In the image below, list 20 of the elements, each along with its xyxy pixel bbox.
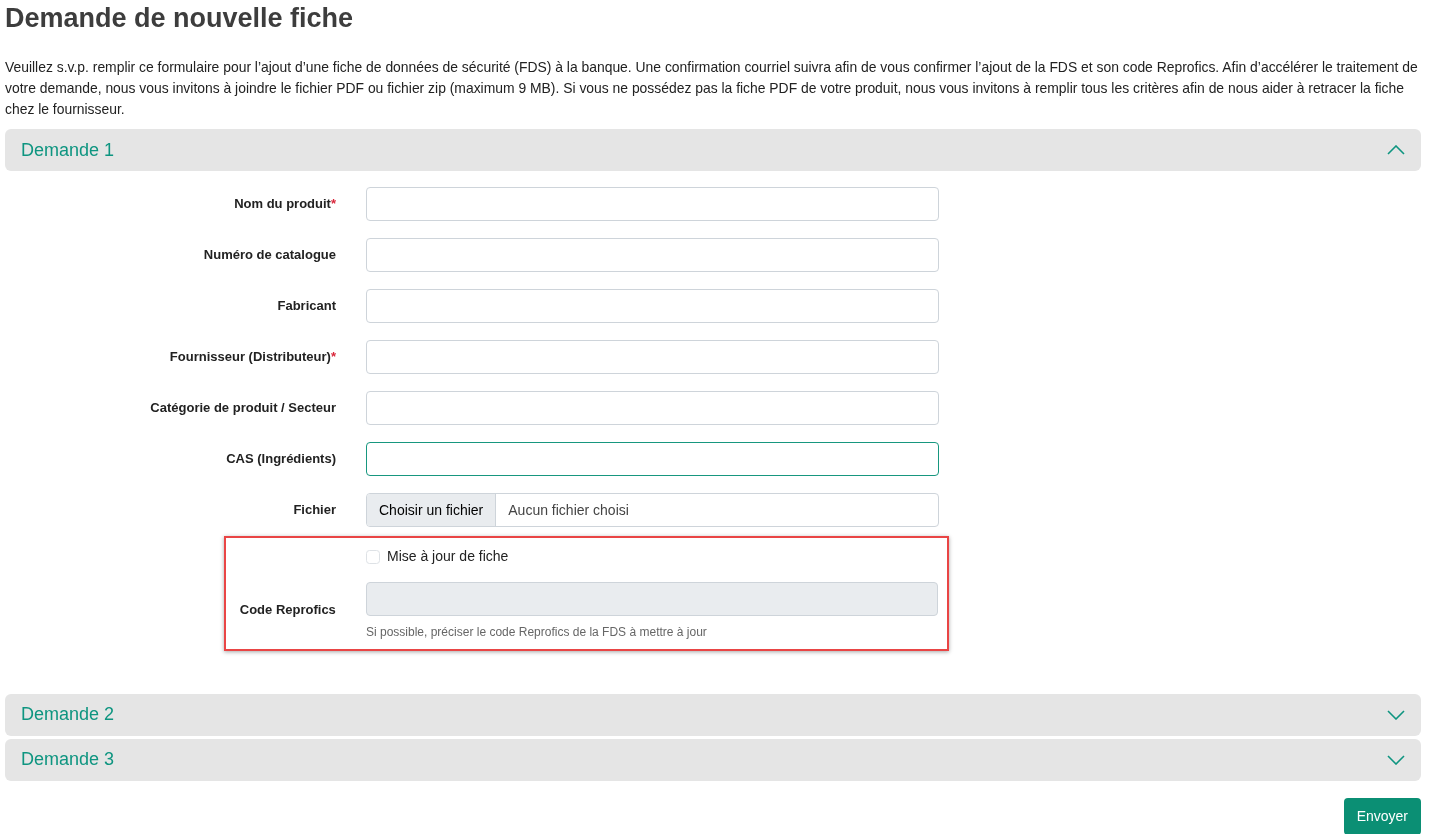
checkbox-label: Mise à jour de fiche xyxy=(387,547,509,566)
input-field[interactable] xyxy=(366,442,939,476)
send-button[interactable]: Envoyer xyxy=(1343,797,1421,834)
field-label: Fournisseur (Distributeur)* xyxy=(168,348,336,367)
file-status-text: Aucun fichier choisi xyxy=(507,500,630,520)
help-text: Si possible, préciser le code Reprofics de la FDS à mettre à jour xyxy=(366,623,708,641)
field-label: CAS (Ingrédients) xyxy=(225,450,336,469)
intro-paragraph: Veuillez s.v.p. remplir ce formulaire pour l’ajout d’une fiche de données de sécurité (FDS) à la banque. Une confirmation courriel suivra afin de vous confirmer l’ajout de la FDS et son code Reprofics. Afin d’accélérer le traitement de votre demande, nous vous invitons à joindre le fichier PDF ou fichier zip (maximum 9 MB). Si vous ne possédez pas la fiche PDF de votre produit, nous vous invitons à remplir tous les critères afin de nous aider à retracer la fiche chez le fournisseur. xyxy=(5,58,1419,119)
field-label: Catégorie de produit / Secteur xyxy=(149,399,336,418)
file-field[interactable]: Choisir un fichier Aucun fichier choisi xyxy=(366,493,939,527)
field-label: Numéro de catalogue xyxy=(202,246,336,265)
field-label: Code Reprofics xyxy=(238,601,336,619)
field-label: Fabricant xyxy=(276,297,336,316)
accordion-header[interactable]: Demande 1 xyxy=(5,129,1421,171)
choose-file-button[interactable]: Choisir un fichier xyxy=(367,494,497,526)
field-label: Nom du produit* xyxy=(233,195,336,214)
accordion-header[interactable]: Demande 3 xyxy=(5,738,1421,781)
page-title: Demande de nouvelle fiche xyxy=(5,2,355,34)
accordion-header[interactable]: Demande 2 xyxy=(5,693,1421,736)
field-label: Fichier xyxy=(292,501,336,520)
